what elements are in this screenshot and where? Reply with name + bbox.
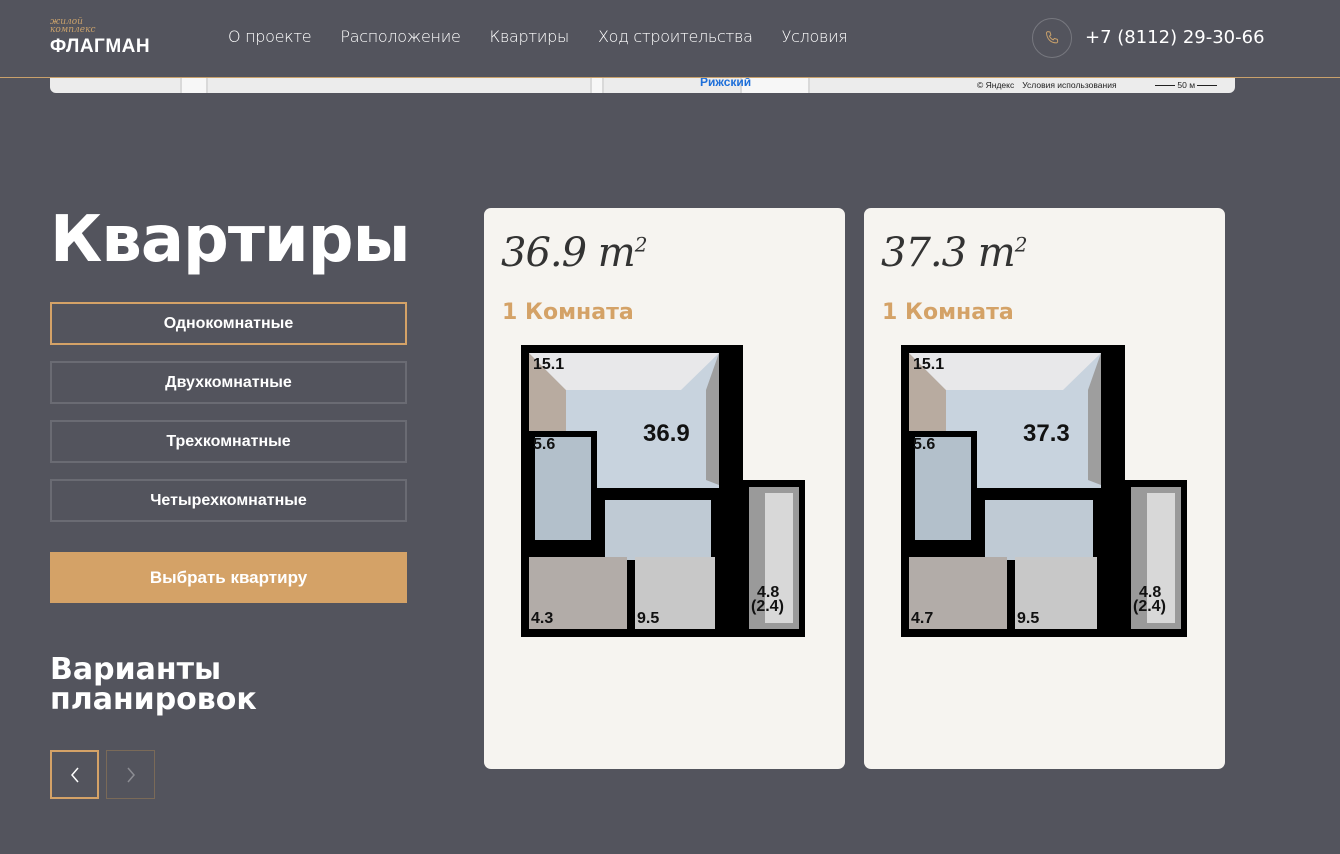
map-scale-label: 50 м xyxy=(1177,80,1196,90)
plan-hall xyxy=(985,500,1093,560)
nav-terms[interactable]: Условия xyxy=(782,27,848,46)
map-scale-bar xyxy=(1155,85,1175,87)
chevron-left-icon xyxy=(70,767,79,782)
area-unit-sup: 2 xyxy=(634,232,648,257)
plan-label-kitchen: 9.5 xyxy=(637,610,659,627)
plan-label-bath: 5.6 xyxy=(913,436,935,453)
main-nav: О проекте Расположение Квартиры Ход стро… xyxy=(228,27,848,46)
map-road xyxy=(590,78,604,93)
map-place-label: Рижский xyxy=(700,78,752,89)
nav-about[interactable]: О проекте xyxy=(228,27,312,46)
area-unit-sup: 2 xyxy=(1014,232,1028,257)
slider-next-button[interactable] xyxy=(106,750,155,799)
apartment-area: 37.3 m2 xyxy=(881,230,1028,276)
area-unit: m xyxy=(977,230,1016,276)
filter-two-room[interactable]: Двухкомнатные xyxy=(50,361,407,404)
area-unit: m xyxy=(597,230,636,276)
plan-label-wc: 4.3 xyxy=(531,610,553,627)
filter-three-room[interactable]: Трехкомнатные xyxy=(50,420,407,463)
floor-plan-image[interactable]: 15.1 37.3 5.6 4.7 9.5 4.8 (2.4) xyxy=(901,345,1187,637)
area-value: 36.9 xyxy=(501,230,587,276)
apartment-area: 36.9 m2 xyxy=(501,230,648,276)
logo[interactable]: жилой комплекс ФЛАГМАН xyxy=(50,18,150,58)
apartment-card[interactable]: 36.9 m2 1 Комната 15.1 36.9 5.6 4.3 9.5 … xyxy=(484,208,845,769)
apartment-rooms: 1 Комната xyxy=(502,300,634,325)
area-value: 37.3 xyxy=(881,230,967,276)
nav-construction[interactable]: Ход строительства xyxy=(598,27,753,46)
plan-hall xyxy=(605,500,711,560)
map-road xyxy=(180,78,208,93)
filter-one-room[interactable]: Однокомнатные xyxy=(50,302,407,345)
filter-four-room[interactable]: Четырехкомнатные xyxy=(50,479,407,522)
map-scale-bar xyxy=(1197,85,1218,87)
plan-label-room: 15.1 xyxy=(913,356,944,373)
nav-location[interactable]: Расположение xyxy=(340,27,460,46)
site-header: жилой комплекс ФЛАГМАН О проекте Располо… xyxy=(0,0,1340,78)
floor-plan-image[interactable]: 15.1 36.9 5.6 4.3 9.5 4.8 (2.4) xyxy=(521,345,805,637)
map-copyright[interactable]: © Яндекс xyxy=(977,80,1014,90)
plan-label-room: 15.1 xyxy=(533,356,564,373)
layouts-subtitle: Варианты планировок xyxy=(50,652,257,717)
phone-number[interactable]: +7 (8112) 29-30-66 xyxy=(1085,27,1265,48)
plan-label-wc: 4.7 xyxy=(911,610,933,627)
phone-icon xyxy=(1045,31,1059,44)
phone-call-button[interactable] xyxy=(1032,18,1072,58)
apartment-card[interactable]: 37.3 m2 1 Комната 15.1 37.3 5.6 4.7 9.5 … xyxy=(864,208,1225,769)
plan-label-total: 37.3 xyxy=(1023,420,1070,447)
chevron-right-icon xyxy=(126,767,135,782)
choose-apartment-button[interactable]: Выбрать квартиру xyxy=(50,552,407,603)
plan-label-total: 36.9 xyxy=(643,420,690,447)
plan-label-balcony-half: (2.4) xyxy=(1133,598,1166,615)
plan-label-bath: 5.6 xyxy=(533,436,555,453)
map-attribution: © Яндекс Условия использования xyxy=(977,80,1117,90)
map-scale: 50 м xyxy=(1155,80,1218,90)
map-terms-link[interactable]: Условия использования xyxy=(1022,80,1116,90)
plan-label-kitchen: 9.5 xyxy=(1017,610,1039,627)
apartment-rooms: 1 Комната xyxy=(882,300,1014,325)
slider-prev-button[interactable] xyxy=(50,750,99,799)
logo-tagline: жилой комплекс xyxy=(50,17,96,35)
location-map[interactable]: Рижский © Яндекс Условия использования 5… xyxy=(50,78,1235,93)
plan-label-balcony-half: (2.4) xyxy=(751,598,784,615)
section-title: Квартиры xyxy=(50,203,410,277)
logo-title: ФЛАГМАН xyxy=(50,36,151,57)
nav-apartments[interactable]: Квартиры xyxy=(490,27,570,46)
